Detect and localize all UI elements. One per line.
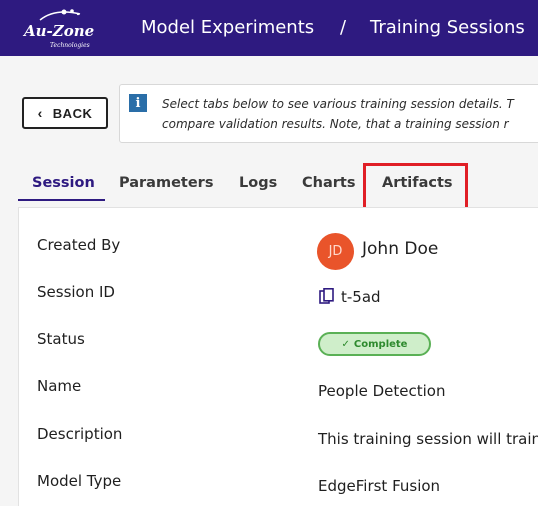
session-id-value: t-5ad: [341, 288, 381, 306]
session-id-label: Session ID: [37, 283, 115, 301]
tab-logs[interactable]: Logs: [239, 166, 277, 202]
status-badge: ✓ Complete: [318, 332, 431, 356]
logo-brand: Au-Zone: [24, 22, 95, 40]
model-type-value: EdgeFirst Fusion: [318, 477, 441, 495]
active-tab-indicator: [18, 199, 105, 201]
name-value: People Detection: [318, 382, 446, 400]
breadcrumb-model-experiments[interactable]: Model Experiments: [141, 17, 314, 38]
created-by-label: Created By: [37, 236, 121, 254]
info-icon: i: [129, 94, 147, 112]
breadcrumb-training-sessions[interactable]: Training Sessions: [370, 17, 525, 38]
description-value: This training session will train: [318, 430, 538, 448]
artifacts-highlight-box: [363, 163, 468, 210]
avatar: JD: [317, 233, 354, 270]
chevron-left-icon: ‹: [37, 105, 43, 121]
company-logo[interactable]: Au-Zone Technologies: [20, 6, 100, 52]
top-navigation-bar: Au-Zone Technologies Model Experiments /…: [0, 0, 538, 56]
status-label: Status: [37, 330, 85, 348]
tab-parameters[interactable]: Parameters: [119, 166, 213, 202]
tab-session[interactable]: Session: [32, 166, 95, 202]
logo-subtitle: Technologies: [50, 42, 90, 49]
back-button[interactable]: ‹ BACK: [22, 97, 108, 129]
model-type-label: Model Type: [37, 472, 122, 490]
breadcrumb-separator: /: [340, 17, 347, 38]
info-text-line-1: Select tabs below to see various trainin…: [162, 97, 514, 111]
created-by-value: John Doe: [362, 239, 439, 259]
name-label: Name: [37, 377, 82, 395]
copy-icon[interactable]: [319, 288, 335, 306]
tab-charts[interactable]: Charts: [302, 166, 355, 202]
back-button-label: BACK: [52, 105, 93, 121]
info-banner: i Select tabs below to see various train…: [119, 84, 538, 143]
check-icon: ✓: [341, 338, 350, 350]
info-text: Select tabs below to see various trainin…: [162, 94, 514, 134]
info-text-line-2: compare validation results. Note, that a…: [162, 117, 509, 131]
status-badge-label: Complete: [353, 338, 408, 350]
description-label: Description: [37, 425, 123, 443]
